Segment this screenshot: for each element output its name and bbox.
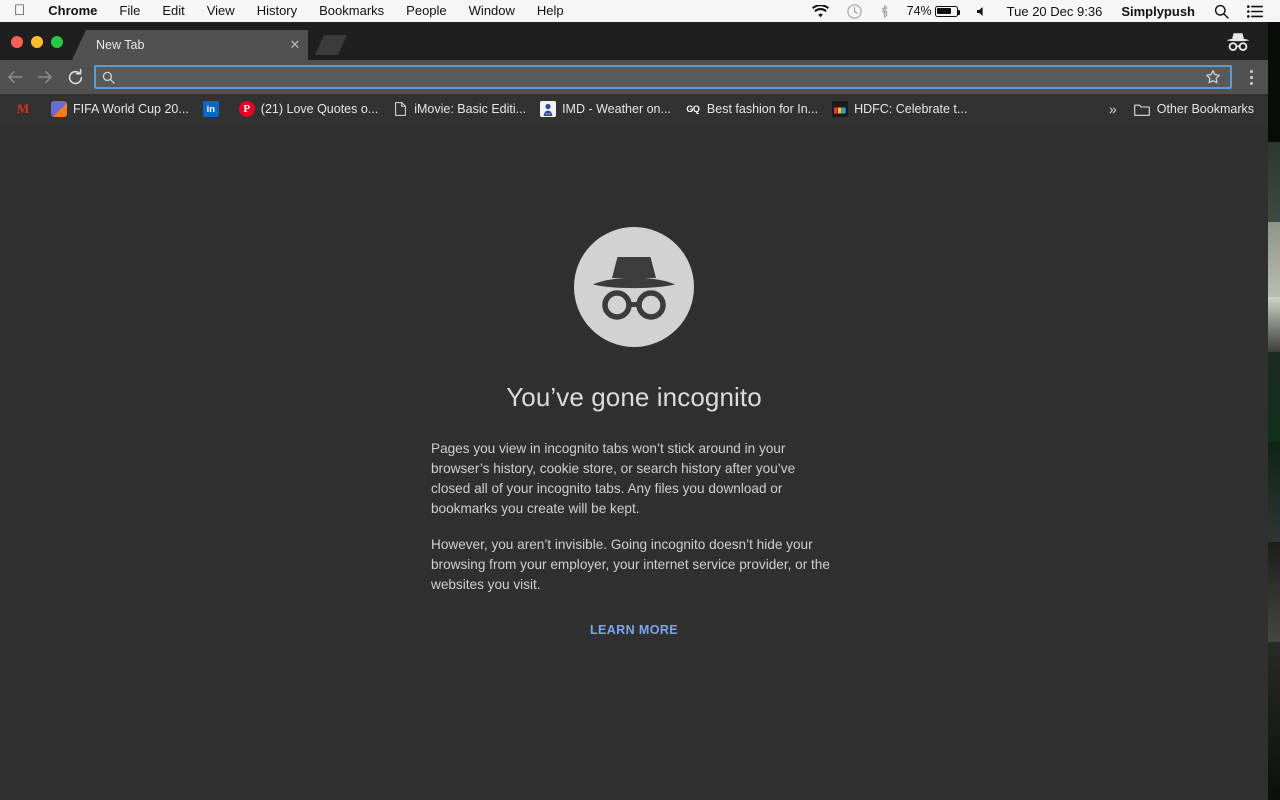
bookmarks-overflow-button[interactable]: » <box>1101 101 1124 117</box>
battery-percent-label: 74% <box>906 4 932 18</box>
time-machine-icon[interactable] <box>838 0 871 22</box>
bookmark-label: Best fashion for In... <box>706 102 819 116</box>
incognito-content: You’ve gone incognito Pages you view in … <box>0 124 1268 637</box>
browser-tab[interactable]: New Tab ✕ <box>72 30 308 60</box>
three-dot-menu-icon[interactable] <box>1238 60 1264 94</box>
minimize-window-button[interactable] <box>31 36 43 48</box>
battery-status[interactable]: 74% <box>898 0 967 22</box>
back-button[interactable] <box>0 60 30 94</box>
menu-item-bookmarks[interactable]: Bookmarks <box>308 0 395 22</box>
bookmark-label: (21) Love Quotes o... <box>260 102 379 116</box>
incognito-indicator-icon <box>1222 28 1254 56</box>
incognito-paragraph-2: However, you aren’t invisible. Going inc… <box>431 537 830 592</box>
document-icon <box>392 101 408 117</box>
menu-bar-status-items: 74% Tue 20 Dec 9:36 Simplypush <box>803 0 1280 22</box>
menu-bar-clock[interactable]: Tue 20 Dec 9:36 <box>998 0 1112 22</box>
menu-item-history[interactable]: History <box>246 0 308 22</box>
page-title: You’ve gone incognito <box>506 382 762 412</box>
close-tab-icon[interactable]: ✕ <box>282 30 308 60</box>
bookmark-label: FIFA World Cup 20... <box>73 102 189 116</box>
window-traffic-lights <box>11 36 63 48</box>
forward-button[interactable] <box>30 60 60 94</box>
other-bookmarks-folder[interactable]: Other Bookmarks <box>1128 102 1260 116</box>
search-icon[interactable] <box>1205 0 1238 22</box>
pinterest-icon: P <box>238 101 255 117</box>
apple-menu-icon[interactable]:  <box>10 0 37 22</box>
bookmark-star-icon[interactable] <box>1202 69 1224 85</box>
menu-item-people[interactable]: People <box>395 0 457 22</box>
menu-bar-user[interactable]: Simplypush <box>1111 0 1205 22</box>
bookmarks-bar-right: » Other Bookmarks <box>1101 101 1260 117</box>
bookmark-label: IMD - Weather on... <box>562 102 671 116</box>
bluetooth-icon[interactable] <box>871 0 898 22</box>
tab-strip: New Tab ✕ <box>0 22 1268 60</box>
fifa-icon <box>51 101 67 117</box>
bookmark-item-linkedin[interactable]: in <box>196 97 232 121</box>
chrome-browser-window: New Tab ✕ M FIFA World Cup 20... in P (2… <box>0 22 1268 800</box>
bookmarks-bar: M FIFA World Cup 20... in P (21) Love Qu… <box>0 94 1268 124</box>
bookmark-item-imd[interactable]: IMD - Weather on... <box>533 97 678 121</box>
menu-bar-app-menus:  Chrome File Edit View History Bookmark… <box>0 0 575 22</box>
incognito-paragraph-1: Pages you view in incognito tabs won’t s… <box>431 441 796 516</box>
menu-item-file[interactable]: File <box>108 0 151 22</box>
linkedin-icon: in <box>202 101 219 117</box>
volume-icon[interactable] <box>967 0 998 22</box>
search-icon <box>102 71 115 84</box>
menu-item-chrome[interactable]: Chrome <box>37 0 108 22</box>
tab-title: New Tab <box>96 38 145 52</box>
reload-button[interactable] <box>60 60 90 94</box>
menu-item-view[interactable]: View <box>196 0 246 22</box>
address-bar[interactable] <box>94 65 1232 89</box>
gmail-icon: M <box>16 101 30 116</box>
bookmark-item-pinterest[interactable]: P (21) Love Quotes o... <box>232 97 385 121</box>
bookmark-item-fifa[interactable]: FIFA World Cup 20... <box>44 97 196 121</box>
folder-icon <box>1133 103 1150 116</box>
bookmark-label: iMovie: Basic Editi... <box>414 102 527 116</box>
close-window-button[interactable] <box>11 36 23 48</box>
bookmark-item-imovie[interactable]: iMovie: Basic Editi... <box>385 97 533 121</box>
bookmark-label: HDFC: Celebrate t... <box>854 102 968 116</box>
incognito-description: Pages you view in incognito tabs won’t s… <box>431 439 837 611</box>
learn-more-link[interactable]: LEARN MORE <box>590 623 678 637</box>
bookmark-item-gq[interactable]: GQ Best fashion for In... <box>678 97 825 121</box>
incognito-hat-glasses-icon <box>574 227 694 347</box>
maximize-window-button[interactable] <box>51 36 63 48</box>
imd-icon <box>540 101 557 117</box>
macos-menu-bar:  Chrome File Edit View History Bookmark… <box>0 0 1280 22</box>
incognito-new-tab-page: You’ve gone incognito Pages you view in … <box>0 124 1268 800</box>
menu-item-edit[interactable]: Edit <box>151 0 195 22</box>
desktop-wallpaper <box>1268 22 1280 800</box>
menu-item-window[interactable]: Window <box>458 0 526 22</box>
gq-icon: GQ <box>686 104 700 114</box>
battery-icon <box>934 5 961 17</box>
other-bookmarks-label: Other Bookmarks <box>1156 102 1254 116</box>
wifi-icon[interactable] <box>803 0 838 22</box>
bookmark-item-gmail[interactable]: M <box>8 97 44 121</box>
notification-center-icon[interactable] <box>1238 0 1272 22</box>
menu-item-help[interactable]: Help <box>526 0 575 22</box>
new-tab-button[interactable] <box>315 35 347 55</box>
hdfc-icon <box>832 101 849 117</box>
bookmark-item-hdfc[interactable]: HDFC: Celebrate t... <box>825 97 974 121</box>
address-bar-input[interactable] <box>121 67 1202 87</box>
browser-toolbar <box>0 60 1268 94</box>
